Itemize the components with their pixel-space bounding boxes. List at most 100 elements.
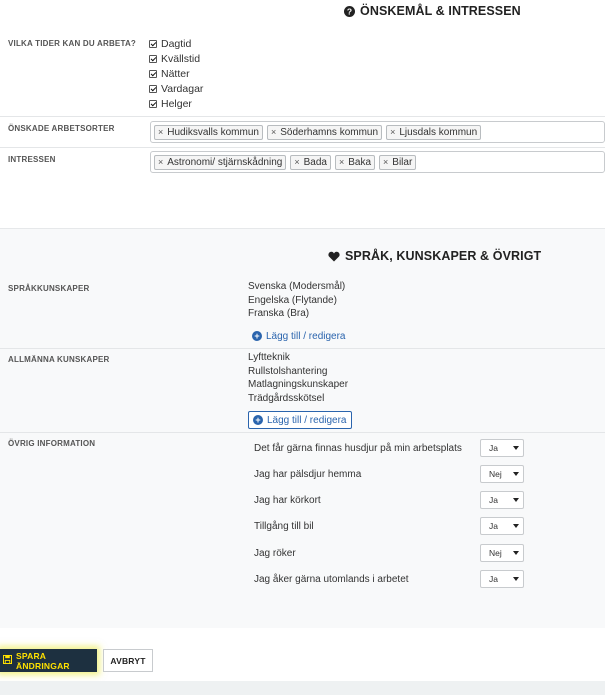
remove-tag-icon[interactable]: × <box>158 157 163 167</box>
tag-label: Bada <box>303 156 327 168</box>
divider <box>0 432 605 433</box>
answer-select[interactable]: Ja <box>480 517 524 535</box>
tag-label: Bilar <box>392 156 413 168</box>
select-value: Ja <box>489 495 498 505</box>
location-tag: × Söderhamns kommun <box>266 124 383 140</box>
remove-tag-icon[interactable]: × <box>339 157 344 167</box>
general-skills-label: ALLMÄNNA KUNSKAPER <box>8 355 110 364</box>
wishes-heading: ? ÖNSKEMÅL & INTRESSEN <box>344 4 521 18</box>
caret-down-icon <box>513 577 519 581</box>
locations-label: ÖNSKADE ARBETSORTER <box>8 124 115 133</box>
list-item: Rullstolshantering <box>248 365 328 377</box>
work-time-option[interactable]: Nätter <box>149 66 203 81</box>
footer-band <box>0 681 605 695</box>
list-item: Matlagningskunskaper <box>248 379 349 390</box>
skills-heading: SPRÅK, KUNSKAPER & ÖVRIGT <box>328 249 541 263</box>
question-label: Jag har körkort <box>254 494 321 506</box>
work-time-option[interactable]: Dagtid <box>149 36 203 51</box>
cancel-button[interactable]: AVBRYT <box>103 649 153 672</box>
edit-general-skills-button[interactable]: + Lägg till / redigera <box>248 411 352 429</box>
save-button-label: SPARA ÄNDRINGAR <box>16 650 70 671</box>
skills-section: SPRÅK, KUNSKAPER & ÖVRIGT SPRÅKKUNSKAPER… <box>0 228 605 628</box>
link-label: Lägg till / redigera <box>266 330 346 342</box>
tag-label: Söderhamns kommun <box>280 126 379 138</box>
caret-down-icon <box>513 472 519 476</box>
remove-tag-icon[interactable]: × <box>390 127 395 137</box>
divider <box>0 147 605 148</box>
checkbox[interactable] <box>149 69 157 78</box>
question-label: Jag har pälsdjur hemma <box>254 468 362 480</box>
tag-label: Baka <box>348 156 372 168</box>
question-circle-icon: ? <box>344 5 355 17</box>
option-label: Kvällstid <box>161 52 201 65</box>
wishes-section: ? ÖNSKEMÅL & INTRESSEN VILKA TIDER KAN D… <box>0 0 605 205</box>
other-info-row: Jag har körkort Ja <box>254 491 524 509</box>
tag-label: Astronomi/ stjärnskådning <box>167 156 283 168</box>
general-skills-list: Lyftteknik Rullstolshantering Matlagning… <box>248 351 348 405</box>
work-time-option[interactable]: Kvällstid <box>149 51 203 66</box>
answer-select[interactable]: Nej <box>480 544 524 562</box>
caret-down-icon <box>513 551 519 555</box>
list-item: Trädgårdsskötsel <box>248 392 325 404</box>
interest-tag: × Bada <box>290 154 331 170</box>
work-times-checklist: Dagtid Kvällstid Nätter Vardagar Helger <box>149 36 203 111</box>
caret-down-icon <box>513 524 519 528</box>
tag-label: Ljusdals kommun <box>399 126 478 138</box>
work-time-option[interactable]: Helger <box>149 96 203 111</box>
edit-languages-button[interactable]: + Lägg till / redigera <box>248 327 350 345</box>
save-changes-button[interactable]: SPARA ÄNDRINGAR <box>0 649 97 672</box>
location-tag: × Ljusdals kommun <box>386 124 482 140</box>
other-info-row: Jag har pälsdjur hemma Nej <box>254 465 524 483</box>
other-info-row: Jag röker Nej <box>254 544 524 562</box>
select-value: Nej <box>489 548 502 558</box>
caret-down-icon <box>513 446 519 450</box>
option-label: Dagtid <box>161 37 192 50</box>
plus-circle-icon: + <box>252 331 262 341</box>
list-item: Lyftteknik <box>248 352 290 363</box>
option-label: Vardagar <box>161 82 204 95</box>
other-info-row: Tillgång till bil Ja <box>254 517 524 535</box>
remove-tag-icon[interactable]: × <box>158 127 163 137</box>
answer-select[interactable]: Nej <box>480 465 524 483</box>
locations-tag-input[interactable]: × Hudiksvalls kommun × Söderhamns kommun ×… <box>150 121 605 143</box>
checkbox[interactable] <box>149 54 157 63</box>
floppy-disk-icon <box>2 654 13 666</box>
answer-select[interactable]: Ja <box>480 439 524 457</box>
question-label: Jag åker gärna utomlands i arbetet <box>254 573 409 585</box>
interests-label: INTRESSEN <box>8 155 56 164</box>
wishes-heading-text: ÖNSKEMÅL & INTRESSEN <box>360 4 521 18</box>
answer-select[interactable]: Ja <box>480 491 524 509</box>
remove-tag-icon[interactable]: × <box>383 157 388 167</box>
option-label: Helger <box>161 97 192 110</box>
interest-tag: × Astronomi/ stjärnskådning <box>154 154 287 170</box>
languages-label: SPRÅKKUNSKAPER <box>8 284 90 293</box>
work-times-label: VILKA TIDER KAN DU ARBETA? <box>8 39 137 48</box>
work-time-option[interactable]: Vardagar <box>149 81 203 96</box>
remove-tag-icon[interactable]: × <box>271 127 276 137</box>
remove-tag-icon[interactable]: × <box>294 157 299 167</box>
divider <box>0 348 605 349</box>
interest-tag: × Baka <box>334 154 376 170</box>
other-info-row: Jag åker gärna utomlands i arbetet Ja <box>254 570 524 588</box>
list-item: Franska (Bra) <box>248 308 310 319</box>
other-info-row: Det får gärna finnas husdjur på min arbe… <box>254 439 524 457</box>
heart-icon <box>328 251 340 262</box>
caret-down-icon <box>513 498 519 502</box>
list-item: Svenska (Modersmål) <box>248 281 346 292</box>
languages-list: Svenska (Modersmål) Engelska (Flytande) … <box>248 280 345 321</box>
checkbox[interactable] <box>149 84 157 93</box>
select-value: Ja <box>489 521 498 531</box>
checkbox[interactable] <box>149 99 157 108</box>
select-value: Ja <box>489 574 498 584</box>
other-info-label: ÖVRIG INFORMATION <box>8 439 96 448</box>
select-value: Nej <box>489 469 502 479</box>
interests-tag-input[interactable]: × Astronomi/ stjärnskådning × Bada × Baka ×… <box>150 151 605 173</box>
svg-text:?: ? <box>347 6 352 16</box>
select-value: Ja <box>489 443 498 453</box>
option-label: Nätter <box>161 67 190 80</box>
link-label: Lägg till / redigera <box>267 414 347 426</box>
checkbox[interactable] <box>149 39 157 48</box>
question-label: Det får gärna finnas husdjur på min arbe… <box>254 442 462 454</box>
answer-select[interactable]: Ja <box>480 570 524 588</box>
location-tag: × Hudiksvalls kommun <box>154 124 263 140</box>
